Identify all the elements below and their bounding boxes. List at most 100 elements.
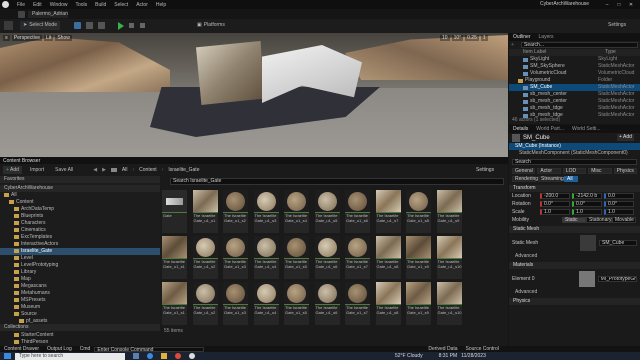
asset-tile[interactable]: The Israelite Gate_u1_s1 (192, 190, 218, 233)
mesh-thumbnail[interactable] (580, 235, 596, 251)
asset-tile[interactable]: The Israelite Gate_u1_s6 (314, 236, 340, 279)
advanced-expander[interactable]: Advanced (509, 253, 640, 260)
asset-tile[interactable]: The Israelite Gate_u1_s9 (406, 236, 431, 279)
asset-tile[interactable]: The Israelite Gate_u1_s3 (223, 236, 248, 279)
asset-tile[interactable]: The Israelite Gate_u1_s6 (314, 282, 340, 325)
tree-item[interactable]: Level (0, 255, 160, 262)
material-thumbnail[interactable] (578, 271, 595, 287)
location-y[interactable]: -2142.0 b (572, 193, 602, 199)
mobility-movable[interactable]: Movable (612, 217, 636, 223)
tree-item[interactable]: MSPresets (0, 297, 160, 304)
asset-tile[interactable]: The Israelite Gate_u1_s8 (406, 190, 431, 233)
scale-x[interactable]: 1.0 (540, 209, 570, 215)
asset-tile[interactable]: The Israelite Gate_u1_s7 (345, 282, 370, 325)
static-mesh-section[interactable]: Static Mesh (509, 226, 640, 233)
details-search-input[interactable]: Search (512, 159, 637, 165)
tree-item[interactable]: Metahumans (0, 290, 160, 297)
asset-tile[interactable]: The Israelite Gate_u1_s4 (253, 282, 279, 325)
asset-tile[interactable]: The Israelite Gate_u1_s10 (436, 236, 462, 279)
mobility-static[interactable]: Static (562, 217, 586, 223)
unreal-taskbar-icon[interactable] (189, 353, 195, 359)
menu-edit[interactable]: Edit (33, 2, 42, 8)
asset-tile[interactable]: The Israelite Gate_u1_s7 (345, 236, 370, 279)
breadcrumb-israelite-gate[interactable]: Israelite_Gate (168, 167, 199, 173)
asset-search-input[interactable]: Search Israelite_Gate (170, 178, 504, 185)
tab-details[interactable]: Details (509, 126, 532, 132)
menu-help[interactable]: Help (156, 2, 166, 8)
show-button[interactable]: Show (55, 35, 72, 41)
add-actor-icon[interactable] (74, 22, 81, 29)
platforms-button[interactable]: ▣ Platforms (194, 21, 228, 30)
asset-tile[interactable]: The Israelite Gate_u1_s4 (253, 236, 279, 279)
chrome-icon[interactable] (175, 353, 181, 359)
menu-build[interactable]: Build (95, 2, 106, 8)
cinematics-icon[interactable] (98, 22, 105, 29)
advanced-expander-2[interactable]: Advanced (509, 289, 640, 296)
add-button[interactable]: + Add (3, 166, 22, 174)
asset-tile[interactable]: The Israelite Gate_u1_s7 (375, 190, 401, 233)
location-x[interactable]: -200.0 (540, 193, 570, 199)
cat-actor[interactable]: Actor (537, 168, 561, 174)
cat-all[interactable]: All (564, 176, 578, 182)
asset-tile[interactable]: The Israelite Gate_u1_s2 (192, 282, 218, 325)
content-settings-button[interactable]: Settings (476, 167, 494, 173)
import-button[interactable]: Import (27, 166, 47, 175)
tree-item[interactable]: ExcTemplates (0, 234, 160, 241)
tree-item[interactable]: Content (0, 199, 160, 206)
rotation-y[interactable]: 0.0° (572, 201, 602, 207)
cat-streaming[interactable]: Streaming (538, 176, 564, 182)
asset-tile[interactable]: The Israelite Gate_u1_s1 (162, 236, 187, 279)
menu-window[interactable]: Window (50, 2, 68, 8)
camera-speed-button[interactable]: 1 (480, 35, 488, 41)
asset-tile[interactable]: The Israelite Gate_u1_s9 (406, 282, 431, 325)
stop-icon[interactable] (140, 23, 145, 28)
grid-snap-button[interactable]: 10 (440, 35, 450, 41)
scale-snap-button[interactable]: 0.25 (465, 35, 479, 41)
tree-item[interactable]: Cinematics (0, 227, 160, 234)
rotation-z[interactable]: 0.0° (604, 201, 634, 207)
menu-select[interactable]: Select (114, 2, 128, 8)
asset-tile[interactable]: Gate (162, 190, 187, 233)
mobility-stationary[interactable]: Stationary (586, 217, 612, 223)
asset-tile[interactable]: The Israelite Gate_u1_s8 (375, 282, 401, 325)
outliner-search-input[interactable]: Search... (521, 42, 638, 48)
maximize-icon[interactable]: □ (613, 2, 625, 8)
level-viewport[interactable]: ≡ Perspective Lit Show 10 10° 0.25 1 (0, 33, 508, 157)
static-mesh-picker[interactable]: SM_Cube (599, 240, 637, 246)
asset-tile[interactable]: The Israelite Gate_u1_s9 (436, 190, 462, 233)
tree-item[interactable]: StarterContent (0, 332, 160, 339)
tree-item[interactable]: Characters (0, 220, 160, 227)
nav-back-icon[interactable]: ◀ (93, 167, 97, 173)
asset-tile[interactable]: The Israelite Gate_u1_s6 (345, 190, 370, 233)
asset-tile[interactable]: The Israelite Gate_u1_s2 (192, 236, 218, 279)
task-view-icon[interactable] (133, 353, 139, 359)
asset-tile[interactable]: The Israelite Gate_u1_s5 (284, 236, 309, 279)
asset-tile[interactable]: The Israelite Gate_u1_s8 (375, 236, 401, 279)
outliner-row[interactable]: sb_mesh_tdge StaticMeshActor (509, 105, 640, 112)
transform-section[interactable]: Transform (509, 185, 640, 192)
lit-button[interactable]: Lit (44, 35, 54, 41)
outliner-row[interactable]: sb_mesh_center StaticMeshActor (509, 91, 640, 98)
tree-item[interactable]: Library (0, 269, 160, 276)
taskbar-search[interactable]: Type here to search (15, 352, 125, 360)
cat-rendering[interactable]: Rendering (512, 176, 538, 182)
weather-widget[interactable]: 52°F Cloudy (395, 353, 423, 359)
asset-tile[interactable]: The Israelite Gate_u1_s4 (284, 190, 309, 233)
instance-row[interactable]: SM_Cube (Instance) (509, 143, 640, 150)
add-icon[interactable]: + (511, 42, 521, 48)
asset-tile[interactable]: The Israelite Gate_u1_s10 (436, 282, 462, 325)
rotation-x[interactable]: 0.0° (540, 201, 570, 207)
tree-item[interactable]: All (0, 192, 160, 199)
outliner-row[interactable]: Playground Folder (509, 77, 640, 84)
tab-outliner[interactable]: Outliner (509, 34, 535, 40)
minimize-icon[interactable]: – (601, 2, 613, 8)
asset-tile[interactable]: The Israelite Gate_u1_s3 (223, 282, 248, 325)
tab-world-partition[interactable]: World Part... (532, 126, 568, 132)
tab-world-settings[interactable]: World Setti... (568, 126, 605, 132)
play-icon[interactable] (118, 22, 124, 30)
cat-lod[interactable]: LOD (562, 168, 587, 174)
breadcrumb-all[interactable]: All (122, 167, 128, 173)
clock-date[interactable]: 11/28/2023 (461, 353, 486, 359)
tree-item[interactable]: Megascans (0, 283, 160, 290)
rotation-snap-button[interactable]: 10° (451, 35, 464, 41)
